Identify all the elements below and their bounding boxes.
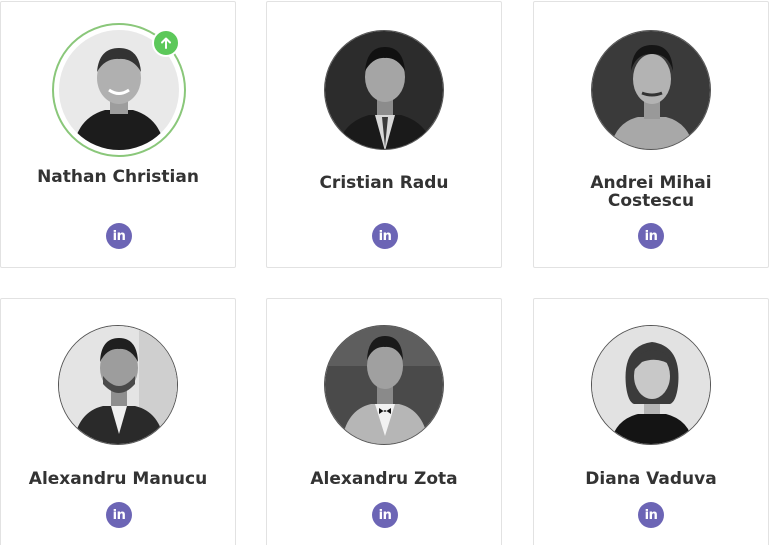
avatar: [591, 325, 711, 445]
linkedin-label: in: [112, 507, 126, 523]
linkedin-icon[interactable]: in: [106, 502, 132, 528]
team-card-alexandru-zota: Alexandru Zota in: [266, 298, 502, 545]
member-name: Andrei Mihai Costescu: [590, 173, 712, 211]
team-card-cristian-radu: Cristian Radu in: [266, 1, 502, 268]
team-card-nathan-christian: Nathan Christian in: [0, 1, 236, 268]
linkedin-label: in: [644, 228, 658, 244]
avatar: [324, 325, 444, 445]
arrow-up-icon[interactable]: [152, 29, 180, 57]
linkedin-icon[interactable]: in: [106, 223, 132, 249]
linkedin-icon[interactable]: in: [372, 223, 398, 249]
team-card-diana-vaduva: Diana Vaduva in: [533, 298, 769, 545]
linkedin-label: in: [378, 507, 392, 523]
linkedin-label: in: [378, 228, 392, 244]
linkedin-icon[interactable]: in: [638, 502, 664, 528]
member-name: Cristian Radu: [319, 173, 449, 193]
member-name: Diana Vaduva: [585, 469, 717, 489]
avatar: [58, 325, 178, 445]
member-name: Alexandru Zota: [310, 469, 458, 489]
member-name: Alexandru Manucu: [28, 469, 208, 489]
member-name: Nathan Christian: [37, 167, 199, 187]
linkedin-icon[interactable]: in: [372, 502, 398, 528]
avatar: [324, 30, 444, 150]
linkedin-label: in: [112, 228, 126, 244]
linkedin-icon[interactable]: in: [638, 223, 664, 249]
team-card-andrei-mihai-costescu: Andrei Mihai Costescu in: [533, 1, 769, 268]
team-card-alexandru-manucu: Alexandru Manucu in: [0, 298, 236, 545]
linkedin-label: in: [644, 507, 658, 523]
avatar: [591, 30, 711, 150]
